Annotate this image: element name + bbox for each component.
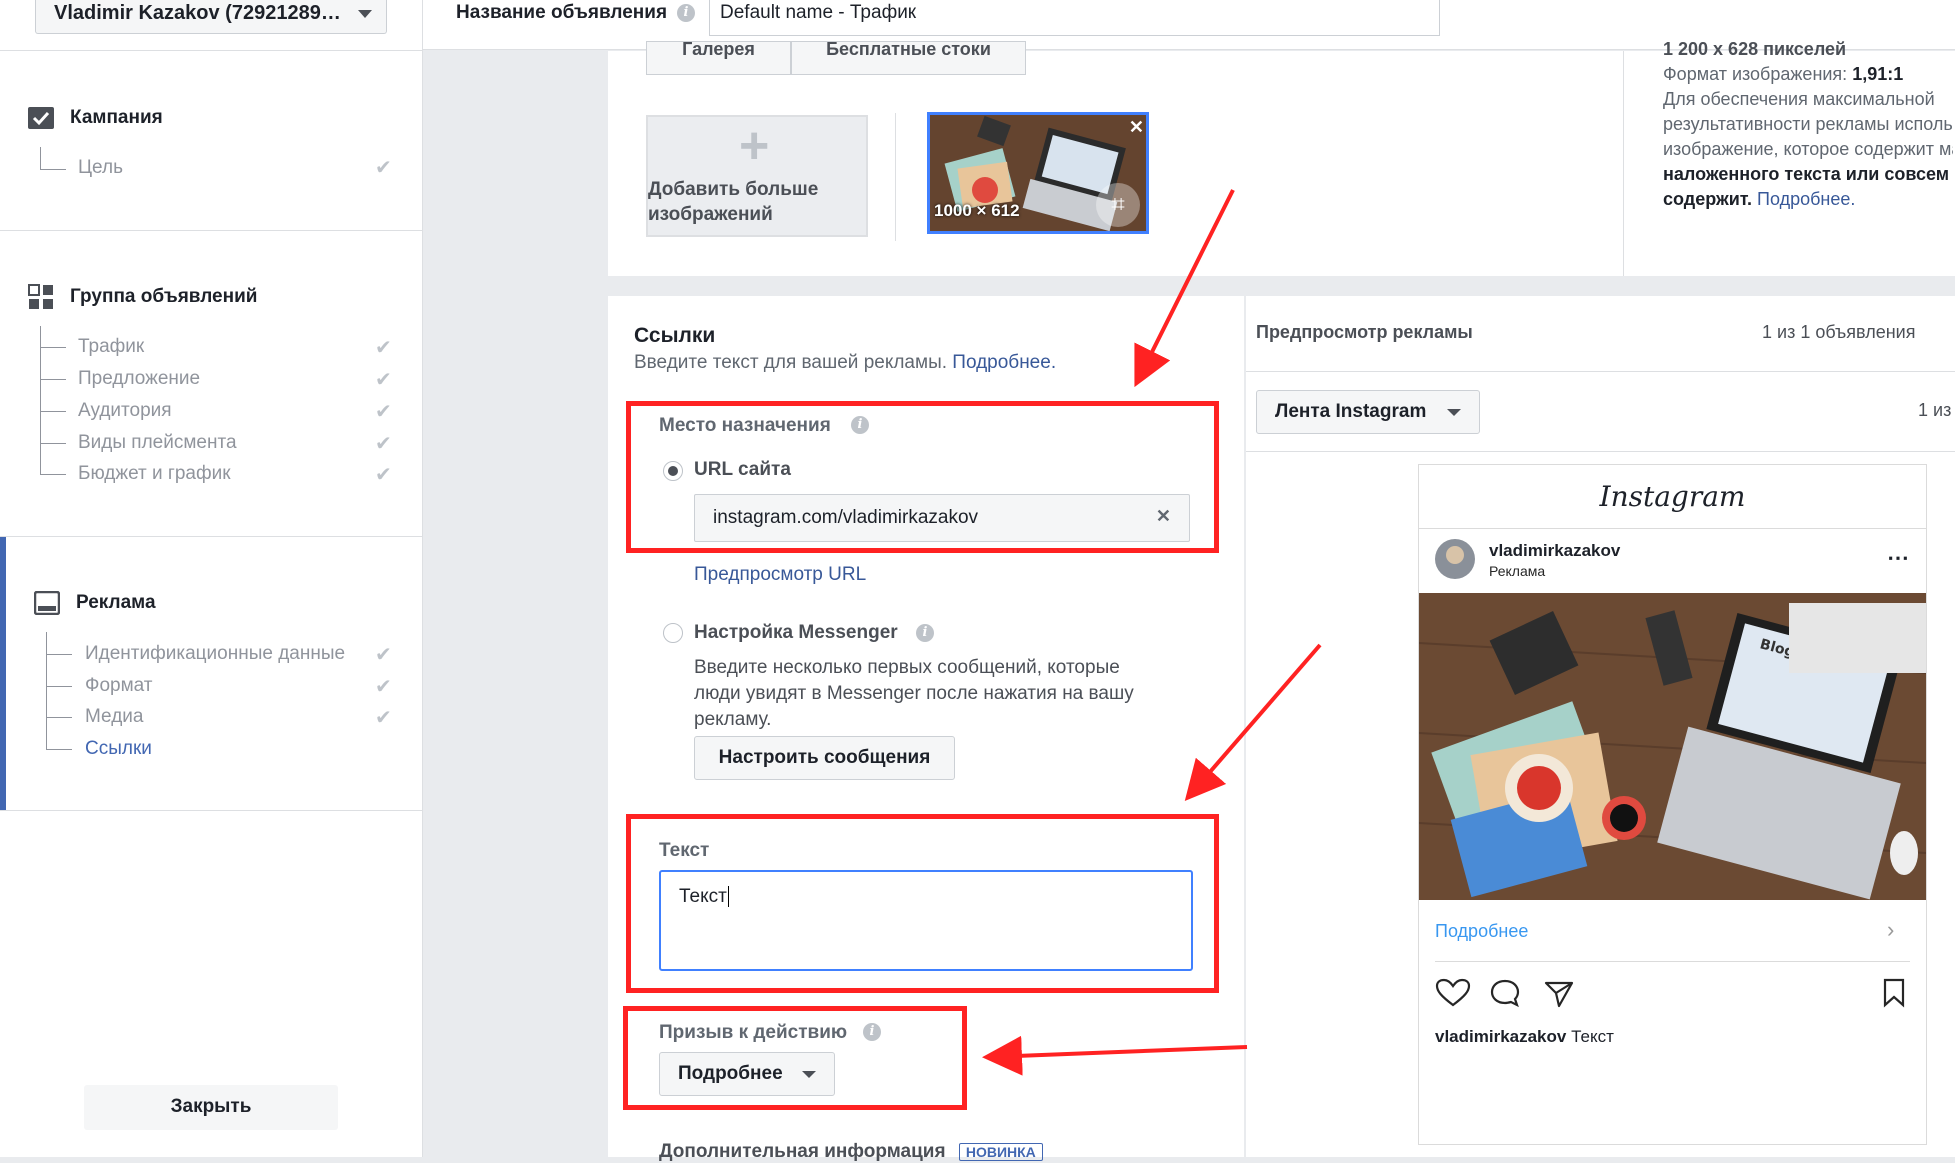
- annotation-arrow: [1184, 643, 1322, 802]
- annotation-arrow: [982, 1035, 1248, 1076]
- annotation-arrow: [1134, 189, 1235, 388]
- annotation-arrows: [982, 189, 1322, 1076]
